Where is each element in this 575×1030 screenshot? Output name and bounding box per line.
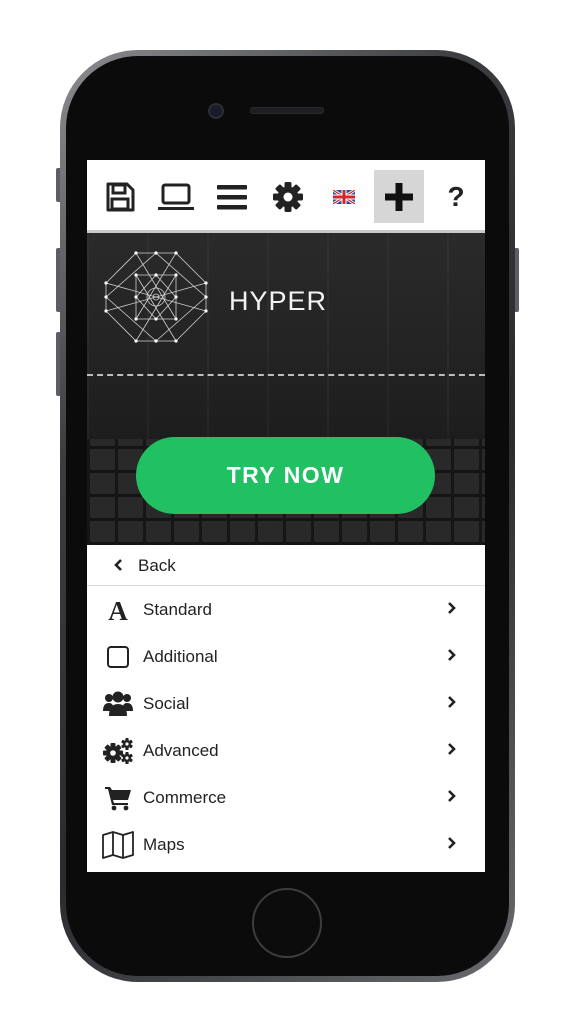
menu-item-label: Standard xyxy=(143,600,212,619)
chevron-left-icon xyxy=(114,559,122,571)
menu-item-label: Social xyxy=(143,694,190,713)
menu-icon xyxy=(217,184,247,209)
home-button[interactable] xyxy=(252,888,322,958)
uk-flag-icon xyxy=(333,189,355,204)
map-icon xyxy=(101,830,135,860)
users-icon xyxy=(101,689,135,719)
menu-item-label: Advanced xyxy=(143,741,219,760)
menu-item-maps[interactable]: Maps xyxy=(87,821,485,868)
chevron-right-icon xyxy=(448,696,456,708)
menu-item-label: Commerce xyxy=(143,788,227,807)
save-icon xyxy=(106,182,135,211)
hero-section: HYPER TRY NOW xyxy=(87,233,485,545)
chevron-right-icon xyxy=(448,790,456,802)
front-camera xyxy=(208,103,224,119)
back-label: Back xyxy=(138,556,176,575)
chevron-right-icon xyxy=(448,837,456,849)
brand-name: HYPER xyxy=(229,286,328,316)
menu-item-social[interactable]: Social xyxy=(87,680,485,727)
help-button[interactable]: ? xyxy=(431,170,481,223)
add-element-button[interactable] xyxy=(374,170,424,223)
earpiece-speaker xyxy=(250,107,324,114)
gear-icon xyxy=(273,181,303,212)
menu-item-label: Maps xyxy=(143,835,185,854)
settings-button[interactable] xyxy=(263,170,313,223)
menu-item-label: Additional xyxy=(143,647,218,666)
plus-icon xyxy=(385,182,413,211)
dashed-divider xyxy=(87,374,485,376)
menu-item-commerce[interactable]: Commerce xyxy=(87,774,485,821)
chevron-right-icon xyxy=(448,602,456,614)
preview-button[interactable] xyxy=(151,170,201,223)
element-menu: Back A Standard Additional Social Advanc… xyxy=(87,545,485,872)
save-button[interactable] xyxy=(95,170,145,223)
letter-a-icon: A xyxy=(101,595,135,625)
chevron-right-icon xyxy=(448,649,456,661)
gears-icon xyxy=(101,736,135,766)
try-now-button[interactable]: TRY NOW xyxy=(136,437,435,514)
laptop-icon xyxy=(158,183,194,210)
language-button[interactable] xyxy=(319,170,369,223)
menu-item-standard[interactable]: A Standard xyxy=(87,586,485,633)
svg-text:A: A xyxy=(108,596,128,624)
square-icon xyxy=(101,642,135,672)
menu-button[interactable] xyxy=(207,170,257,223)
screen: ? HYPER TRY NOW Back A Standard Addition… xyxy=(87,160,485,872)
chevron-right-icon xyxy=(448,743,456,755)
back-button[interactable]: Back xyxy=(87,545,485,586)
editor-toolbar: ? xyxy=(87,160,485,233)
hypercube-logo-icon xyxy=(104,251,208,343)
menu-item-additional[interactable]: Additional xyxy=(87,633,485,680)
question-icon: ? xyxy=(447,180,465,212)
cart-icon xyxy=(101,783,135,813)
menu-item-advanced[interactable]: Advanced xyxy=(87,727,485,774)
